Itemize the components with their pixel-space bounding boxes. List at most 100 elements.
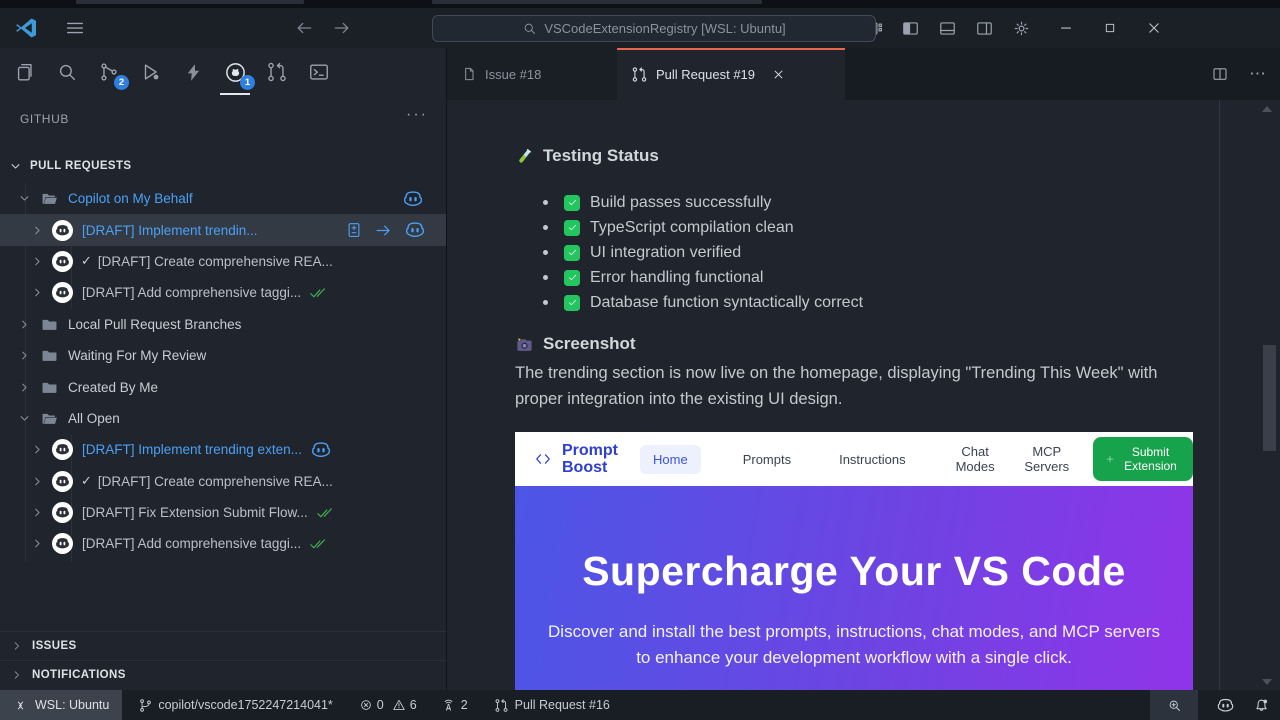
activity-zap-icon[interactable] [180, 54, 206, 90]
settings-gear-icon[interactable] [1012, 19, 1031, 38]
source-control-badge: 2 [114, 75, 129, 90]
tab-pull-request-19[interactable]: Pull Request #19 [617, 48, 845, 100]
command-center[interactable]: VSCodeExtensionRegistry [WSL: Ubuntu] [432, 15, 876, 42]
ports-indicator[interactable]: 2 [441, 690, 468, 720]
copilot-avatar [52, 251, 73, 272]
copilot-avatar [52, 282, 73, 303]
site-hero: Supercharge Your VS Code Discover and in… [515, 486, 1193, 690]
toggle-primary-sidebar-icon[interactable] [901, 19, 920, 38]
pull-request-icon [631, 66, 648, 83]
problems-indicator[interactable]: 0 6 [359, 690, 417, 720]
notifications-bell-icon[interactable] [1253, 690, 1270, 720]
camera-icon [515, 335, 534, 354]
toggle-panel-icon[interactable] [938, 19, 957, 38]
site-logo: Prompt Boost [562, 442, 618, 476]
scroll-up-arrow[interactable] [1262, 106, 1272, 112]
site-nav-chat-modes: Chat Modes [954, 444, 997, 474]
tree-item-pr-add-tagging[interactable]: [DRAFT] Add comprehensive taggi... [0, 277, 446, 308]
checked-checkbox-icon [564, 245, 580, 261]
artifact-block [76, 0, 304, 4]
top-edge-artifact [0, 0, 1280, 8]
tree-folder-copilot-on-my-behalf[interactable]: Copilot on My Behalf [0, 183, 446, 214]
window-minimize-button[interactable] [1051, 19, 1081, 37]
folder-open-icon [41, 190, 58, 207]
zoom-in-icon [1167, 698, 1182, 713]
activity-github-icon[interactable]: 1 [222, 54, 248, 90]
tab-close-icon[interactable] [771, 67, 786, 82]
radio-tower-icon [441, 698, 456, 713]
bullet [543, 300, 548, 305]
section-pull-requests[interactable]: PULL REQUESTS [0, 153, 446, 179]
pull-request-indicator[interactable]: Pull Request #16 [494, 690, 610, 720]
copilot-avatar [52, 533, 73, 554]
activity-pull-request-icon[interactable] [264, 54, 290, 90]
bullet [543, 200, 548, 205]
checks-passed-icon [316, 504, 334, 522]
checklist-item: Build passes successfully [543, 190, 863, 215]
error-icon [359, 698, 373, 712]
tree-item-pr-create-readme[interactable]: ✓ [DRAFT] Create comprehensive REA... [0, 246, 446, 277]
tree-item-pr-implement-trending-2[interactable]: [DRAFT] Implement trending exten... [0, 434, 446, 465]
tab-issue-18[interactable]: Issue #18 [447, 48, 617, 100]
tree-item-pr-add-tagging-2[interactable]: [DRAFT] Add comprehensive taggi... [0, 528, 446, 559]
editor-area: Issue #18 Pull Request #19 ⋯ Testing Sta… [447, 48, 1280, 690]
activity-source-control-icon[interactable]: 2 [96, 54, 122, 90]
section-issues[interactable]: ISSUES [0, 631, 446, 660]
activity-search-icon[interactable] [54, 54, 80, 90]
file-icon [461, 66, 477, 82]
nav-forward-icon[interactable] [332, 18, 352, 38]
tree-folder-all-open[interactable]: All Open [0, 403, 446, 434]
folder-icon [41, 347, 58, 364]
copilot-avatar [52, 471, 73, 492]
scroll-down-arrow[interactable] [1262, 679, 1272, 685]
branch-indicator[interactable]: copilot/vscode1752247214041* [138, 690, 332, 720]
checks-passed-icon [309, 535, 327, 553]
command-center-label: VSCodeExtensionRegistry [WSL: Ubuntu] [544, 21, 785, 36]
checklist-item: UI integration verified [543, 240, 863, 265]
editor-more-actions[interactable]: ⋯ [1249, 64, 1266, 84]
sidebar-more-actions[interactable]: ··· [406, 106, 428, 124]
folder-open-icon [41, 410, 58, 427]
tree-item-pr-implement-trending[interactable]: [DRAFT] Implement trendin... [0, 214, 446, 245]
github-badge: 1 [240, 75, 255, 90]
site-hero-title: Supercharge Your VS Code [582, 548, 1126, 595]
nav-back-icon[interactable] [294, 18, 314, 38]
activity-explorer-icon[interactable] [12, 54, 38, 90]
reviewed-check: ✓ [81, 253, 92, 269]
activity-run-debug-icon[interactable] [138, 54, 164, 90]
window-maximize-button[interactable] [1095, 20, 1125, 36]
section-notifications[interactable]: NOTIFICATIONS [0, 660, 446, 689]
zoom-indicator[interactable] [1150, 690, 1198, 720]
toggle-secondary-sidebar-icon[interactable] [975, 19, 994, 38]
site-nav-home: Home [640, 445, 701, 474]
tree-item-pr-fix-submit-flow[interactable]: [DRAFT] Fix Extension Submit Flow... [0, 497, 446, 528]
copilot-avatar [52, 220, 73, 241]
copilot-avatar [52, 439, 73, 460]
tree-folder-waiting-for-my-review[interactable]: Waiting For My Review [0, 340, 446, 371]
pr-description-webview: Testing Status Build passes successfully… [447, 100, 1280, 690]
open-changes-icon[interactable] [345, 221, 363, 239]
status-bar: WSL: Ubuntu copilot/vscode1752247214041*… [0, 690, 1280, 720]
webview-edge [1219, 100, 1220, 690]
checked-checkbox-icon [564, 220, 580, 236]
site-hero-subtitle: Discover and install the best prompts, i… [539, 619, 1169, 671]
scrollbar-thumb[interactable] [1263, 345, 1276, 451]
window-close-button[interactable] [1139, 19, 1169, 37]
tree-folder-local-pr-branches[interactable]: Local Pull Request Branches [0, 309, 446, 340]
menu-hamburger-icon[interactable] [64, 17, 86, 39]
site-nav-instructions: Instructions [839, 452, 905, 467]
tree-item-pr-create-readme-2[interactable]: ✓ [DRAFT] Create comprehensive REA... [0, 466, 446, 497]
checkout-arrow-icon[interactable] [374, 221, 393, 240]
activity-terminal-icon[interactable] [306, 54, 332, 90]
bullet [543, 275, 548, 280]
split-editor-icon[interactable] [1211, 65, 1229, 83]
git-branch-icon [138, 698, 153, 713]
remote-indicator[interactable]: WSL: Ubuntu [0, 690, 122, 720]
checklist-item: TypeScript compilation clean [543, 215, 863, 240]
checked-checkbox-icon [564, 295, 580, 311]
copilot-status-icon[interactable] [1216, 690, 1235, 720]
activity-bar: 2 1 [0, 48, 446, 96]
screenshot-description: The trending section is now live on the … [515, 360, 1165, 412]
title-bar: VSCodeExtensionRegistry [WSL: Ubuntu] [0, 8, 1280, 48]
tree-folder-created-by-me[interactable]: Created By Me [0, 371, 446, 402]
